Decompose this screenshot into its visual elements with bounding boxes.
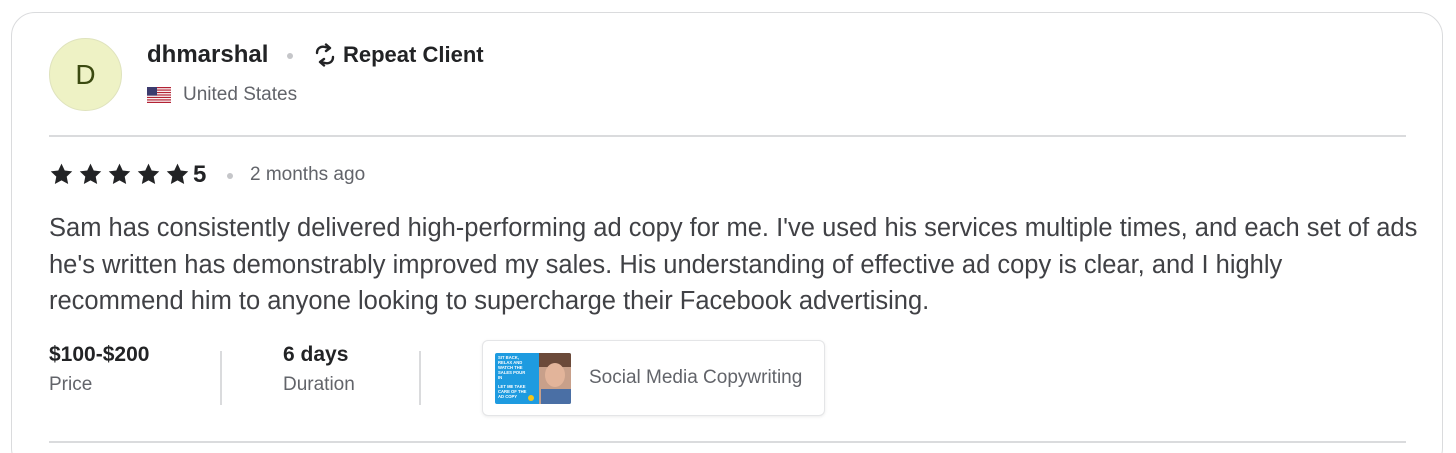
repeat-client-badge: Repeat Client bbox=[343, 42, 484, 67]
star-icon bbox=[166, 163, 189, 184]
separator-dot bbox=[287, 53, 293, 59]
star-icon bbox=[108, 163, 131, 184]
avatar-initial: D bbox=[75, 58, 96, 90]
thumbnail-text: IN bbox=[498, 375, 502, 380]
meta-divider bbox=[220, 351, 222, 405]
separator-dot bbox=[227, 173, 233, 179]
reviewer-username[interactable]: dhmarshal bbox=[147, 40, 268, 70]
price-value: $100-$200 bbox=[49, 343, 150, 366]
header-divider bbox=[49, 135, 1406, 137]
avatar[interactable]: D bbox=[49, 38, 122, 111]
us-flag-icon bbox=[147, 87, 171, 103]
gig-thumbnail: SIT BACK,RELAX ANDWATCH THESALES POURINL… bbox=[495, 353, 571, 404]
meta-divider bbox=[419, 351, 421, 405]
thumbnail-text: AD COPY bbox=[498, 394, 517, 399]
star-icon bbox=[79, 163, 102, 184]
star-icon bbox=[137, 163, 160, 184]
duration-value: 6 days bbox=[283, 343, 349, 366]
star-rating bbox=[49, 162, 190, 187]
rating-value: 5 bbox=[193, 161, 207, 188]
star-icon bbox=[50, 163, 73, 184]
footer-divider bbox=[49, 441, 1406, 443]
gig-card[interactable]: SIT BACK, RELAX AND WATCH THE SALES POUR IN L… bbox=[482, 340, 825, 416]
duration-label: Duration bbox=[283, 374, 355, 395]
reviewer-country: United States bbox=[183, 84, 298, 105]
review-time-ago: 2 months ago bbox=[250, 164, 366, 185]
review-text: Sam has consistently delivered high-perf… bbox=[49, 214, 1418, 315]
repeat-icon bbox=[315, 43, 335, 67]
price-label: Price bbox=[49, 374, 93, 395]
gig-title: Social Media Copywriting bbox=[589, 367, 803, 388]
